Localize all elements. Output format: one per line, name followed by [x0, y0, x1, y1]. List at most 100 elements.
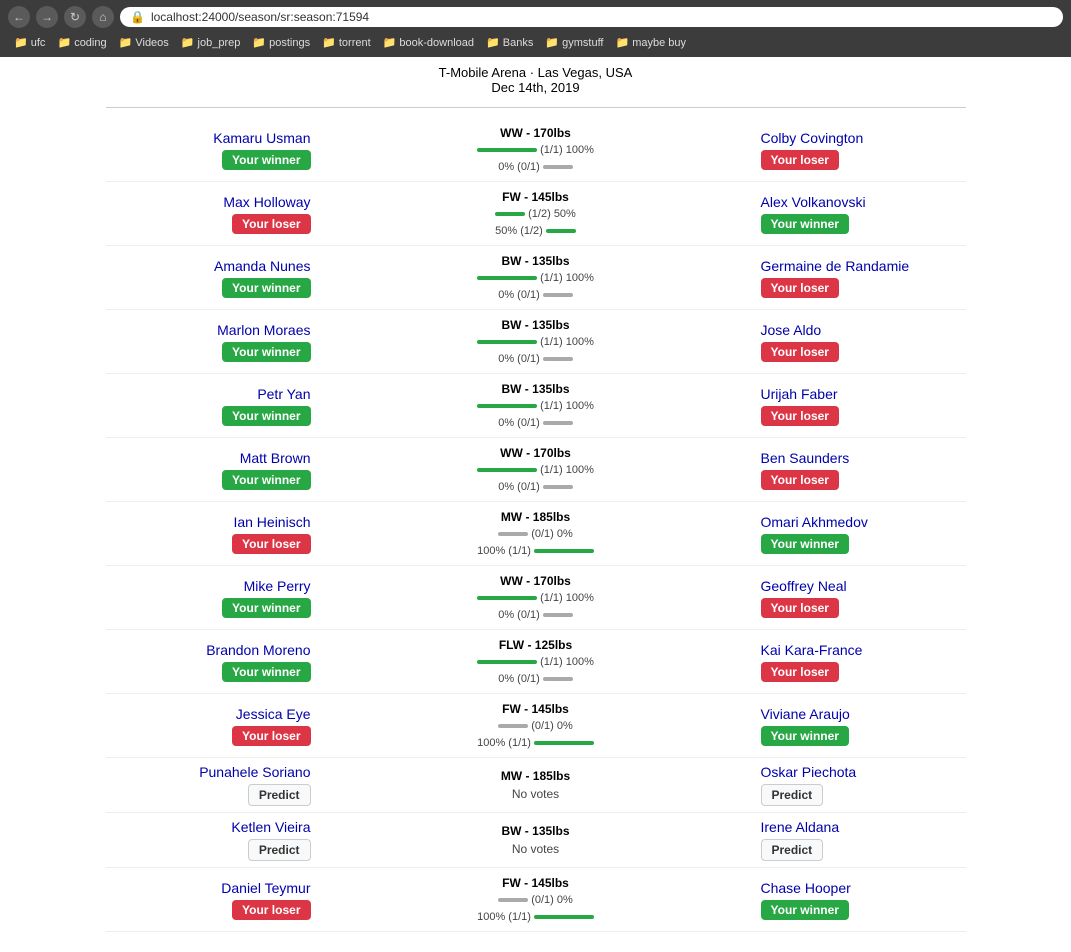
- fight-center: BW - 135lbs(1/1) 100%0% (0/1): [326, 380, 746, 431]
- fight-center: FW - 145lbs(0/1) 0%100% (1/1): [326, 700, 746, 751]
- stat-line1: (1/1) 100%: [540, 398, 594, 415]
- right-bar-empty: [543, 677, 573, 681]
- left-badge: Your winner: [222, 470, 310, 490]
- bookmark-job_prep[interactable]: 📁 job_prep: [177, 35, 245, 50]
- right-bar: [534, 741, 594, 745]
- fight-center: MW - 185lbsNo votes: [326, 767, 746, 803]
- weight-class: FW - 145lbs: [326, 188, 746, 206]
- lock-icon: 🔒: [130, 10, 145, 24]
- stat-line2: 100% (1/1): [477, 909, 531, 926]
- bookmark-Videos[interactable]: 📁 Videos: [115, 35, 173, 50]
- left-badge: Your loser: [232, 534, 310, 554]
- no-votes: No votes: [326, 840, 746, 858]
- fight-row: Matt Brown Your winner WW - 170lbs(1/1) …: [106, 438, 966, 502]
- stat-row-2: 0% (0/1): [326, 287, 746, 304]
- weight-class: FW - 145lbs: [326, 874, 746, 892]
- fighter-left: Amanda Nunes Your winner: [106, 258, 326, 298]
- fight-center: BW - 135lbs(1/1) 100%0% (0/1): [326, 252, 746, 303]
- fight-center: WW - 170lbs(1/1) 100%0% (0/1): [326, 572, 746, 623]
- stat-line1: (1/2) 50%: [528, 206, 576, 223]
- right-badge: Your loser: [761, 662, 839, 682]
- right-fighter-name: Germaine de Randamie: [761, 258, 966, 274]
- left-fighter-name: Kamaru Usman: [106, 130, 311, 146]
- stat-line2: 0% (0/1): [498, 351, 540, 368]
- stat-line1: (1/1) 100%: [540, 590, 594, 607]
- stat-row-2: 50% (1/2): [326, 223, 746, 240]
- fight-row: Brandon Moreno Your winner FLW - 125lbs(…: [106, 630, 966, 694]
- right-badge: Your winner: [761, 900, 849, 920]
- bookmark-coding[interactable]: 📁 coding: [53, 35, 110, 50]
- weight-class: MW - 185lbs: [326, 767, 746, 785]
- weight-class: BW - 135lbs: [326, 252, 746, 270]
- right-bar-empty: [543, 485, 573, 489]
- left-badge: Your loser: [232, 900, 310, 920]
- right-badge: Your loser: [761, 470, 839, 490]
- bookmark-maybe-buy[interactable]: 📁 maybe buy: [611, 35, 690, 50]
- left-fighter-name: Max Holloway: [106, 194, 311, 210]
- right-fighter-name: Ben Saunders: [761, 450, 966, 466]
- browser-nav: ← → ↻ ⌂ 🔒 localhost:24000/season/sr:seas…: [8, 6, 1063, 28]
- left-bar: [477, 148, 537, 152]
- right-fighter-name: Viviane Araujo: [761, 706, 966, 722]
- event-date: Dec 14th, 2019: [106, 80, 966, 95]
- stat-line2: 0% (0/1): [498, 479, 540, 496]
- stat-line1: (1/1) 100%: [540, 654, 594, 671]
- left-bar: [495, 212, 525, 216]
- right-badge: Your loser: [761, 406, 839, 426]
- fighter-left: Brandon Moreno Your winner: [106, 642, 326, 682]
- right-badge: Your winner: [761, 214, 849, 234]
- fight-row: Marlon Moraes Your winner BW - 135lbs(1/…: [106, 310, 966, 374]
- home-button[interactable]: ⌂: [92, 6, 114, 28]
- left-badge: Your winner: [222, 598, 310, 618]
- right-bar-empty: [543, 421, 573, 425]
- left-badge: Your winner: [222, 342, 310, 362]
- stat-line2: 0% (0/1): [498, 607, 540, 624]
- stat-row-2: 0% (0/1): [326, 351, 746, 368]
- fighter-right: Chase Hooper Your winner: [746, 880, 966, 920]
- right-badge[interactable]: Predict: [761, 784, 824, 806]
- stat-row-1: (1/1) 100%: [326, 462, 746, 479]
- stat-row-2: 0% (0/1): [326, 607, 746, 624]
- fight-center: WW - 170lbs(1/1) 100%0% (0/1): [326, 444, 746, 495]
- fighter-right: Germaine de Randamie Your loser: [746, 258, 966, 298]
- fighter-right: Geoffrey Neal Your loser: [746, 578, 966, 618]
- reload-button[interactable]: ↻: [64, 6, 86, 28]
- stat-row-1: (1/1) 100%: [326, 398, 746, 415]
- stat-row-1: (1/1) 100%: [326, 142, 746, 159]
- fight-center: BW - 135lbsNo votes: [326, 822, 746, 858]
- fight-row: Daniel Teymur Your loser FW - 145lbs(0/1…: [106, 868, 966, 932]
- left-bar: [477, 596, 537, 600]
- bookmark-postings[interactable]: 📁 postings: [248, 35, 314, 50]
- right-fighter-name: Irene Aldana: [761, 819, 966, 835]
- stat-row-2: 100% (1/1): [326, 909, 746, 926]
- fighter-right: Colby Covington Your loser: [746, 130, 966, 170]
- fight-center: FW - 145lbs(1/2) 50%50% (1/2): [326, 188, 746, 239]
- bookmark-Banks[interactable]: 📁 Banks: [482, 35, 537, 50]
- right-badge[interactable]: Predict: [761, 839, 824, 861]
- forward-button[interactable]: →: [36, 6, 58, 28]
- right-fighter-name: Urijah Faber: [761, 386, 966, 402]
- address-bar[interactable]: 🔒 localhost:24000/season/sr:season:71594: [120, 7, 1063, 27]
- bookmark-book-download[interactable]: 📁 book-download: [379, 35, 478, 50]
- left-badge[interactable]: Predict: [248, 784, 311, 806]
- fighter-left: Petr Yan Your winner: [106, 386, 326, 426]
- back-button[interactable]: ←: [8, 6, 30, 28]
- stat-row-1: (0/1) 0%: [326, 892, 746, 909]
- stat-line2: 100% (1/1): [477, 735, 531, 752]
- left-badge: Your winner: [222, 406, 310, 426]
- stat-line1: (1/1) 100%: [540, 462, 594, 479]
- left-bar-empty: [498, 898, 528, 902]
- stat-line2: 0% (0/1): [498, 671, 540, 688]
- bookmark-ufc[interactable]: 📁 ufc: [10, 35, 49, 50]
- left-badge[interactable]: Predict: [248, 839, 311, 861]
- right-bar-empty: [543, 293, 573, 297]
- stat-line2: 50% (1/2): [495, 223, 543, 240]
- right-fighter-name: Chase Hooper: [761, 880, 966, 896]
- left-bar: [477, 468, 537, 472]
- bookmark-gymstuff[interactable]: 📁 gymstuff: [541, 35, 607, 50]
- stat-row-1: (1/1) 100%: [326, 270, 746, 287]
- right-bar-empty: [543, 357, 573, 361]
- bookmark-torrent[interactable]: 📁 torrent: [318, 35, 375, 50]
- fight-row: Max Holloway Your loser FW - 145lbs(1/2)…: [106, 182, 966, 246]
- left-bar-empty: [498, 532, 528, 536]
